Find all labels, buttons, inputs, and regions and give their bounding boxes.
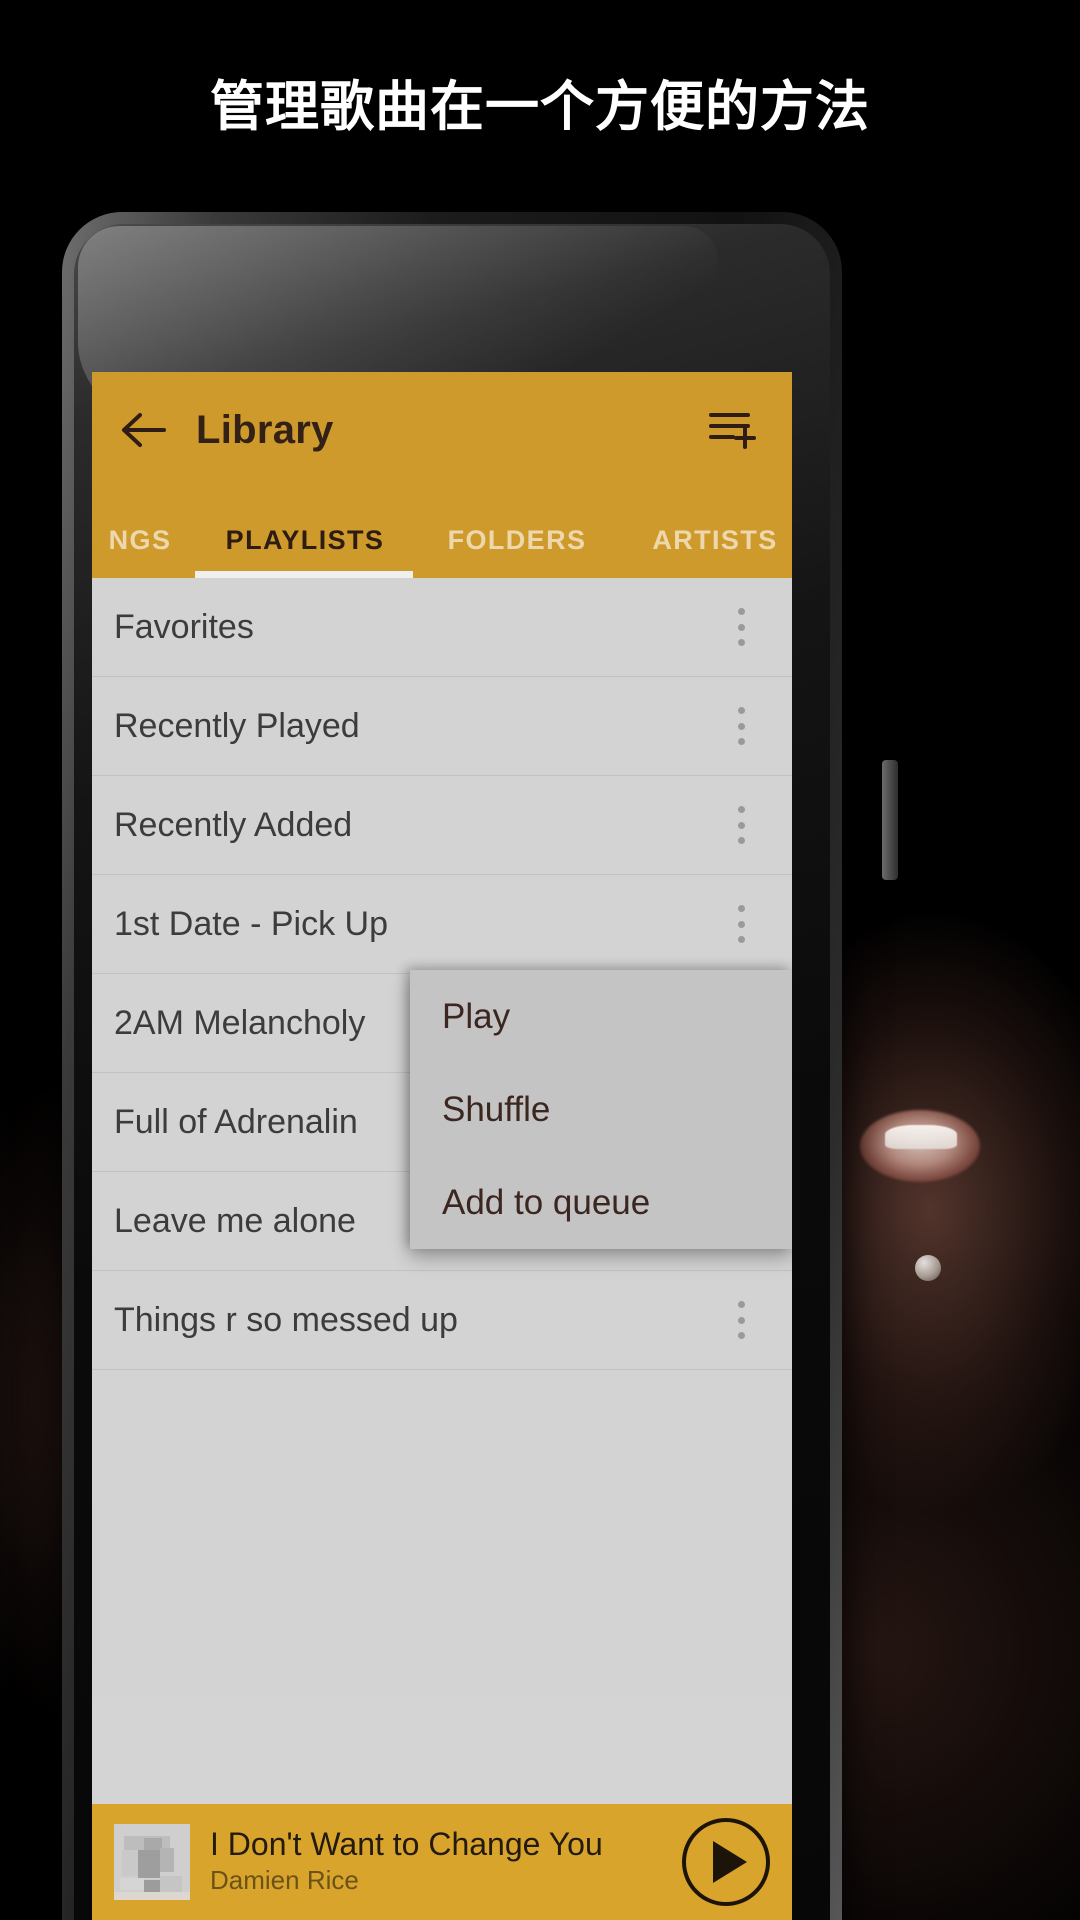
add-to-playlist-button[interactable] bbox=[702, 398, 766, 462]
playlist-name: Recently Played bbox=[114, 706, 360, 745]
menu-item-add-to-queue[interactable]: Add to queue bbox=[410, 1156, 792, 1249]
overflow-menu-icon[interactable] bbox=[726, 703, 756, 749]
screenshot-root: 管理歌曲在一个方便的方法 Library NGS PLAYLISTS FOLDE… bbox=[0, 0, 1080, 1920]
now-playing-bar[interactable]: I Don't Want to Change You Damien Rice bbox=[92, 1804, 792, 1920]
overflow-menu-icon[interactable] bbox=[726, 604, 756, 650]
list-empty-row bbox=[92, 1370, 792, 1469]
arrow-left-icon bbox=[121, 412, 167, 448]
background-earring-detail bbox=[915, 1255, 941, 1281]
album-art-thumbnail bbox=[114, 1824, 190, 1900]
now-playing-text: I Don't Want to Change You Damien Rice bbox=[210, 1827, 682, 1896]
now-playing-artist: Damien Rice bbox=[210, 1865, 359, 1896]
promo-headline: 管理歌曲在一个方便的方法 bbox=[210, 75, 870, 138]
playlist-name: Leave me alone bbox=[114, 1201, 356, 1240]
play-icon bbox=[713, 1841, 747, 1883]
tab-songs[interactable]: NGS bbox=[92, 525, 196, 578]
list-item[interactable]: Recently Added bbox=[92, 776, 792, 875]
overflow-menu-icon[interactable] bbox=[726, 1297, 756, 1343]
playlist-name: Full of Adrenalin bbox=[114, 1102, 358, 1141]
overflow-menu-icon[interactable] bbox=[726, 901, 756, 947]
tab-artists[interactable]: ARTISTS bbox=[620, 525, 792, 578]
background-teeth-detail bbox=[885, 1125, 957, 1149]
playlist-name: 2AM Melancholy bbox=[114, 1003, 366, 1042]
playlist-name: Recently Added bbox=[114, 805, 353, 844]
now-playing-title: I Don't Want to Change You bbox=[210, 1827, 603, 1863]
playlist-name: Things r so messed up bbox=[114, 1300, 458, 1339]
page-title: Library bbox=[196, 407, 334, 452]
list-item[interactable]: Things r so messed up bbox=[92, 1271, 792, 1370]
tab-folders[interactable]: FOLDERS bbox=[414, 525, 620, 578]
list-item[interactable]: Favorites bbox=[92, 578, 792, 677]
playlist-name: 1st Date - Pick Up bbox=[114, 904, 388, 943]
playlist-name: Favorites bbox=[114, 607, 254, 646]
tab-bar: NGS PLAYLISTS FOLDERS ARTISTS bbox=[92, 488, 792, 578]
power-button[interactable] bbox=[882, 760, 898, 880]
playlist-add-icon bbox=[708, 407, 760, 454]
menu-item-play[interactable]: Play bbox=[410, 970, 792, 1063]
active-tab-indicator bbox=[195, 571, 413, 578]
overflow-menu-icon[interactable] bbox=[726, 802, 756, 848]
play-button[interactable] bbox=[682, 1818, 770, 1906]
playlist-list: Favorites Recently Played Recently Added… bbox=[92, 578, 792, 1698]
back-button[interactable] bbox=[92, 372, 196, 488]
app-bar: Library bbox=[92, 372, 792, 488]
list-item[interactable]: Recently Played bbox=[92, 677, 792, 776]
phone-screen: Library NGS PLAYLISTS FOLDERS ARTISTS Fa… bbox=[92, 372, 792, 1920]
app-bar-actions bbox=[702, 398, 766, 462]
context-menu: Play Shuffle Add to queue bbox=[410, 970, 792, 1249]
list-item[interactable]: 1st Date - Pick Up bbox=[92, 875, 792, 974]
menu-item-shuffle[interactable]: Shuffle bbox=[410, 1063, 792, 1156]
